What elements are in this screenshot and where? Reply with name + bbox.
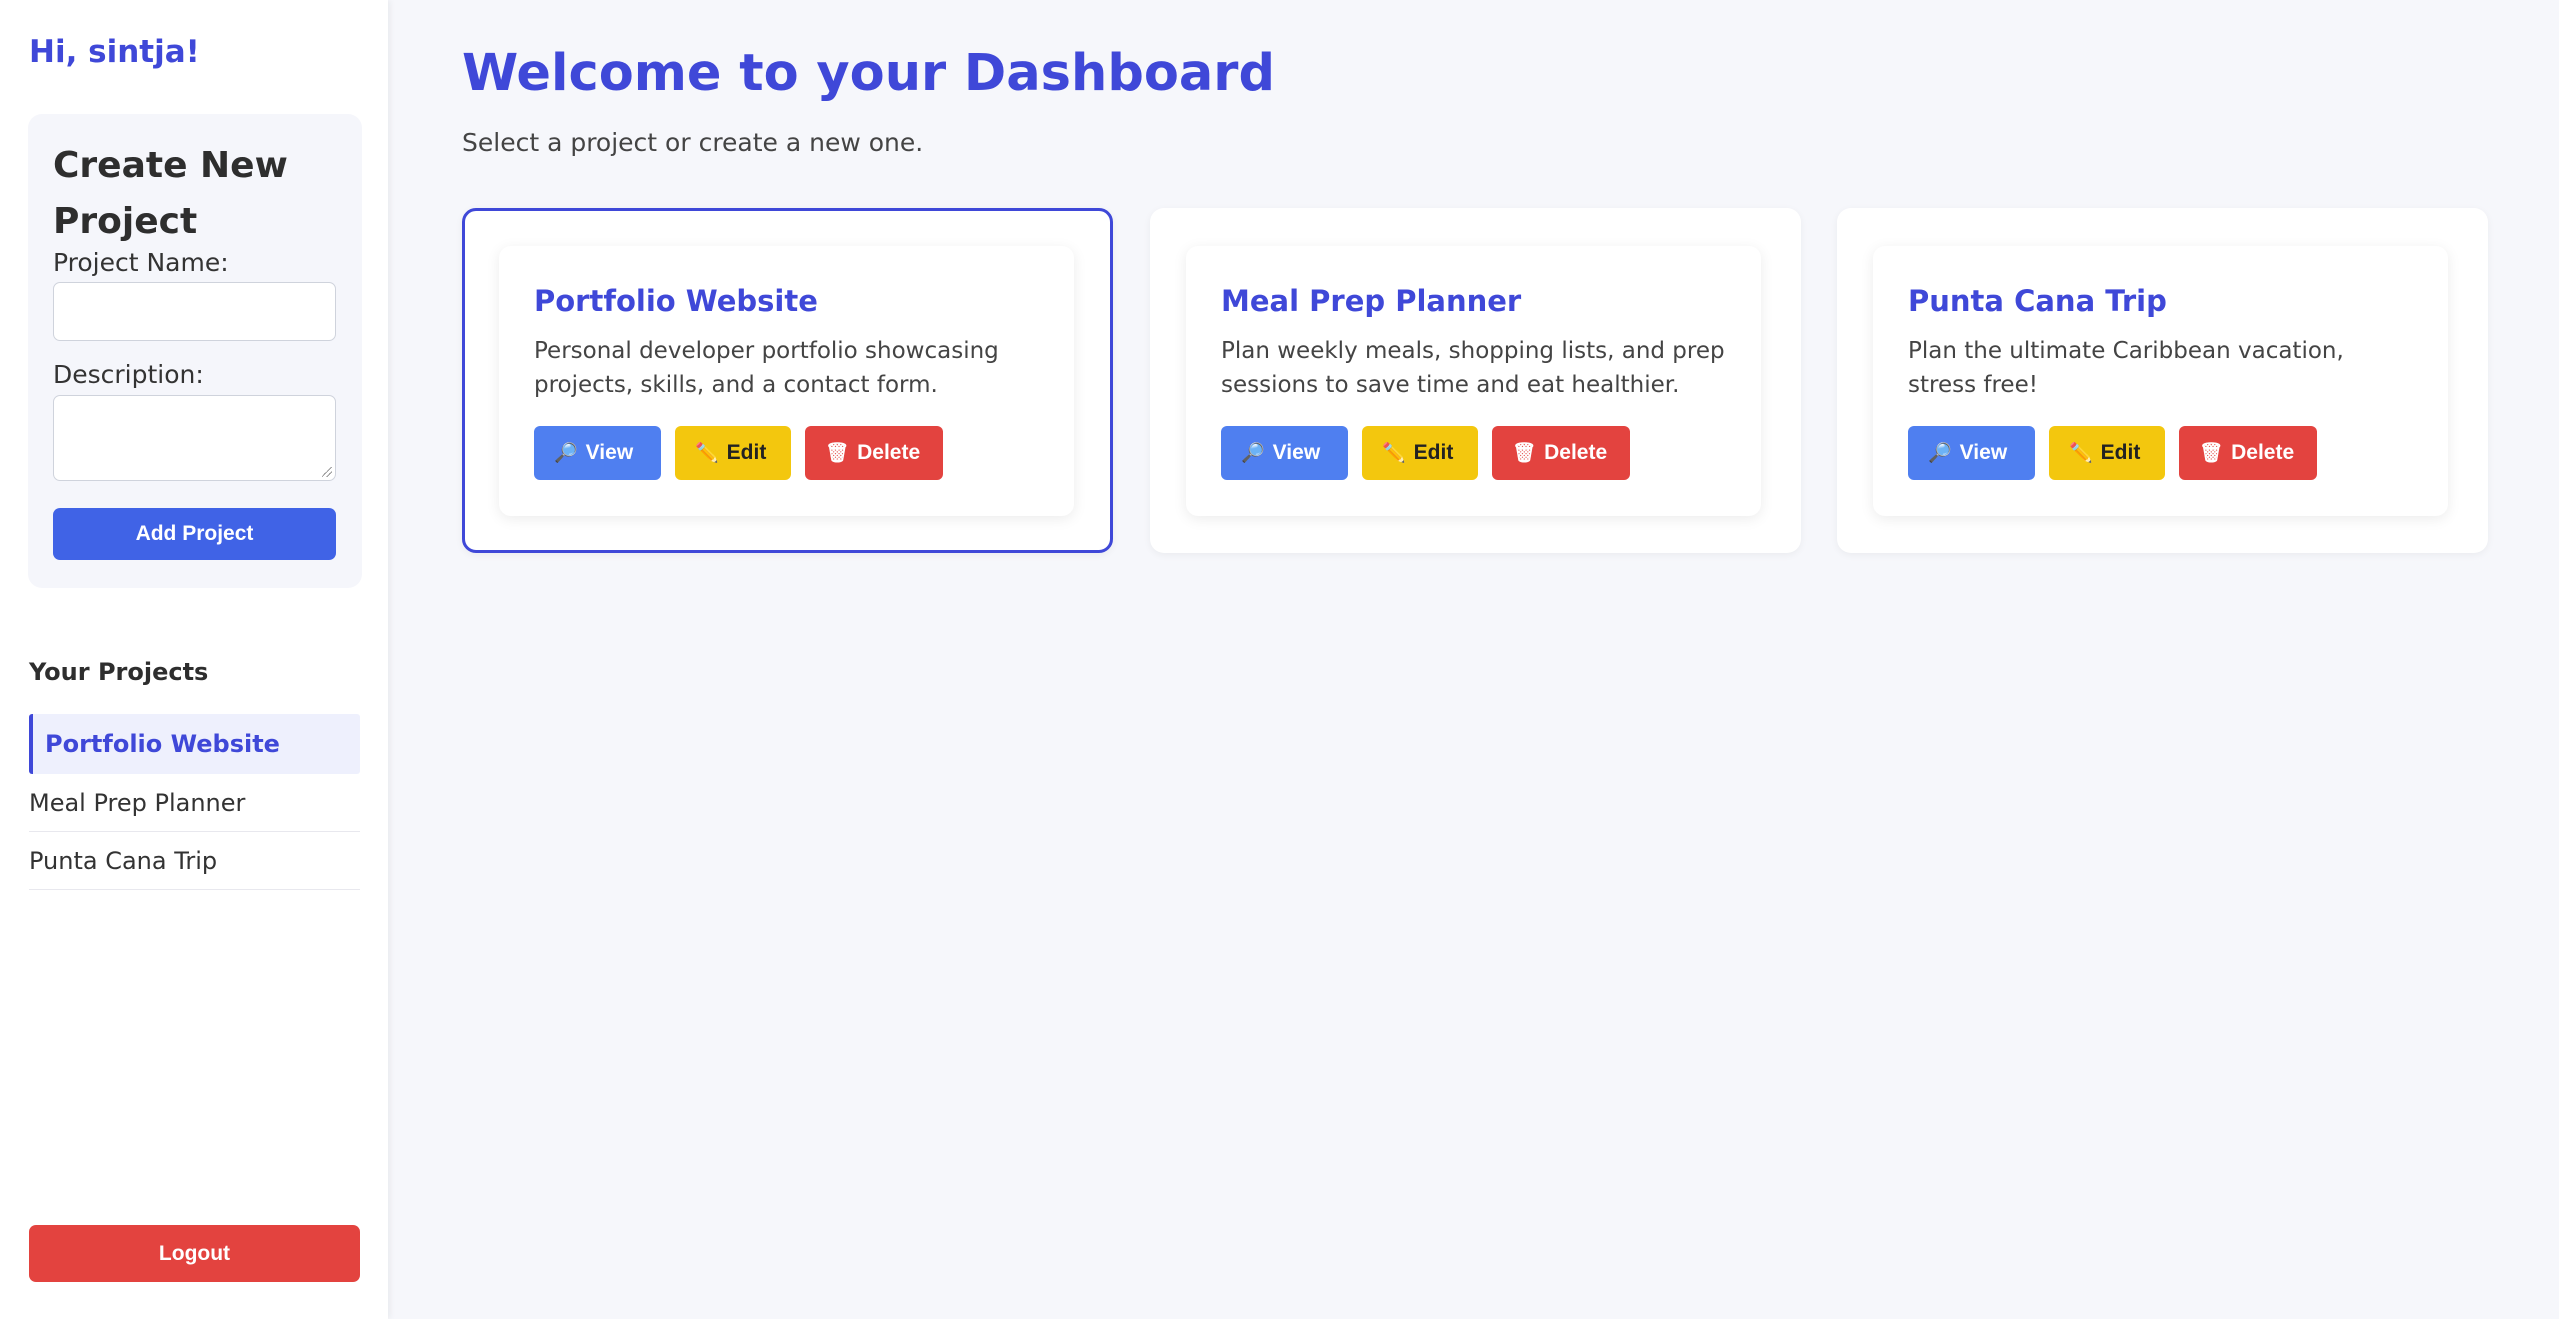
- project-card-body: Meal Prep Planner Plan weekly meals, sho…: [1186, 246, 1761, 516]
- description-label: Description:: [53, 360, 204, 389]
- edit-label: Edit: [2100, 441, 2141, 464]
- view-label: View: [1272, 441, 1321, 464]
- view-label: View: [1959, 441, 2008, 464]
- delete-label: Delete: [857, 441, 921, 464]
- pencil-icon: ✏️: [1382, 443, 1406, 464]
- project-name-label: Project Name:: [53, 248, 229, 277]
- delete-button[interactable]: 🗑 Delete: [2179, 426, 2317, 480]
- sidebar: Hi, sintja! Create New Project Project N…: [0, 0, 388, 1319]
- resize-handle-icon[interactable]: [322, 467, 332, 477]
- magnifier-icon: 🔎: [1241, 443, 1265, 464]
- project-name-input[interactable]: [53, 282, 336, 341]
- trash-icon: 🗑: [1512, 443, 1537, 464]
- card-actions: 🔎 View ✏️ Edit 🗑 Delete: [534, 426, 943, 480]
- magnifier-icon: 🔎: [1928, 443, 1952, 464]
- create-project-panel: Create New Project Project Name: Descrip…: [28, 114, 362, 588]
- description-textarea[interactable]: [53, 395, 336, 481]
- delete-label: Delete: [1544, 441, 1608, 464]
- card-actions: 🔎 View ✏️ Edit 🗑 Delete: [1908, 426, 2317, 480]
- delete-label: Delete: [2231, 441, 2295, 464]
- edit-label: Edit: [726, 441, 767, 464]
- page-subtitle: Select a project or create a new one.: [462, 128, 924, 157]
- logout-button[interactable]: Logout: [29, 1225, 360, 1282]
- add-project-button[interactable]: Add Project: [53, 508, 336, 560]
- project-card-title: Punta Cana Trip: [1908, 284, 2167, 318]
- trash-icon: 🗑: [2199, 443, 2224, 464]
- sidebar-item-portfolio-website[interactable]: Portfolio Website: [29, 714, 360, 774]
- project-card-description: Plan the ultimate Caribbean vacation, st…: [1908, 338, 2344, 398]
- view-button[interactable]: 🔎 View: [1221, 426, 1348, 480]
- project-card-title: Meal Prep Planner: [1221, 284, 1522, 318]
- create-project-title: Create New Project: [53, 145, 288, 242]
- magnifier-icon: 🔎: [554, 443, 578, 464]
- view-label: View: [585, 441, 634, 464]
- trash-icon: 🗑: [825, 443, 850, 464]
- page-title: Welcome to your Dashboard: [462, 44, 1275, 103]
- project-card-description: Personal developer portfolio showcasing …: [534, 338, 999, 398]
- view-button[interactable]: 🔎 View: [534, 426, 661, 480]
- edit-button[interactable]: ✏️ Edit: [2049, 426, 2165, 480]
- project-card-portfolio-website[interactable]: Portfolio Website Personal developer por…: [462, 208, 1113, 553]
- pencil-icon: ✏️: [695, 443, 719, 464]
- project-card-body: Portfolio Website Personal developer por…: [499, 246, 1074, 516]
- project-card-body: Punta Cana Trip Plan the ultimate Caribb…: [1873, 246, 2448, 516]
- sidebar-item-punta-cana-trip[interactable]: Punta Cana Trip: [29, 832, 360, 890]
- edit-button[interactable]: ✏️ Edit: [675, 426, 791, 480]
- edit-button[interactable]: ✏️ Edit: [1362, 426, 1478, 480]
- card-actions: 🔎 View ✏️ Edit 🗑 Delete: [1221, 426, 1630, 480]
- project-card-description: Plan weekly meals, shopping lists, and p…: [1221, 338, 1725, 398]
- project-card-title: Portfolio Website: [534, 284, 818, 318]
- view-button[interactable]: 🔎 View: [1908, 426, 2035, 480]
- project-card-punta-cana-trip[interactable]: Punta Cana Trip Plan the ultimate Caribb…: [1837, 208, 2488, 553]
- greeting: Hi, sintja!: [29, 34, 200, 70]
- edit-label: Edit: [1413, 441, 1454, 464]
- project-card-meal-prep-planner[interactable]: Meal Prep Planner Plan weekly meals, sho…: [1150, 208, 1801, 553]
- delete-button[interactable]: 🗑 Delete: [805, 426, 943, 480]
- sidebar-item-meal-prep-planner[interactable]: Meal Prep Planner: [29, 774, 360, 832]
- delete-button[interactable]: 🗑 Delete: [1492, 426, 1630, 480]
- pencil-icon: ✏️: [2069, 443, 2093, 464]
- project-list: Portfolio Website Meal Prep Planner Punt…: [29, 714, 360, 890]
- your-projects-heading: Your Projects: [29, 658, 209, 686]
